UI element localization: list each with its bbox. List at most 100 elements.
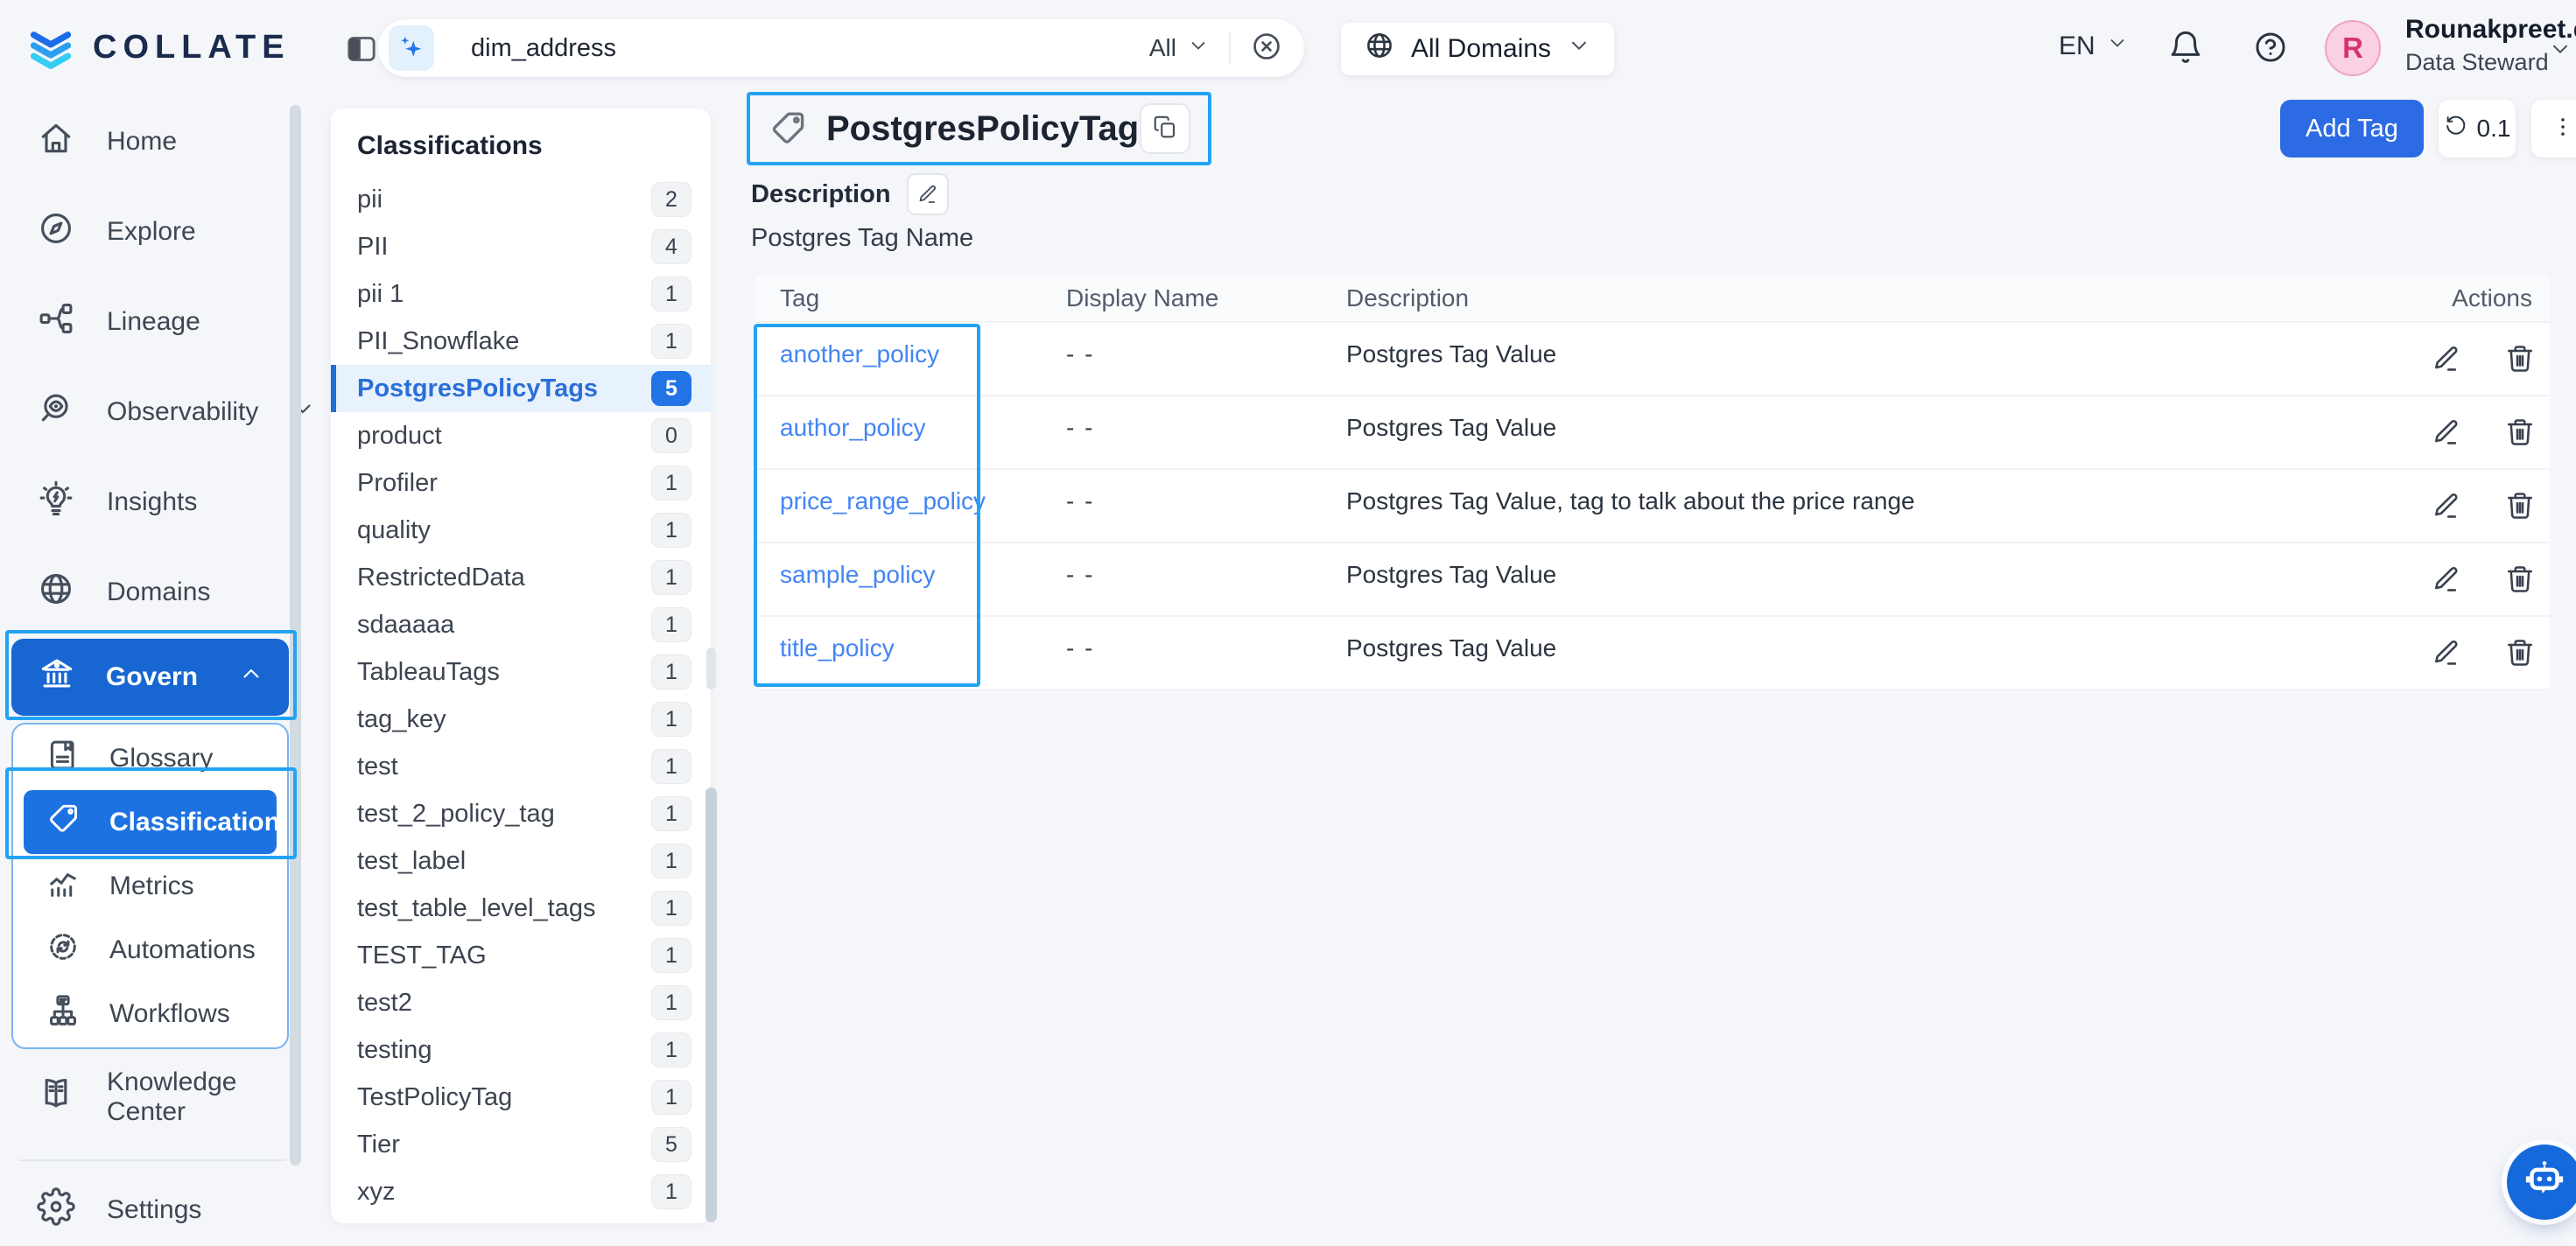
govern-submenu-item[interactable]: Workflows xyxy=(13,982,287,1046)
sidebar-item-icon xyxy=(37,389,75,435)
sidebar-item-label: Lineage xyxy=(107,307,200,337)
help-button[interactable] xyxy=(2251,29,2290,67)
chat-assistant-button[interactable] xyxy=(2507,1144,2576,1220)
clear-search-button[interactable] xyxy=(1250,30,1283,67)
domains-filter-dropdown[interactable]: All Domains xyxy=(1341,23,1614,75)
classification-label: quality xyxy=(357,516,431,545)
edit-tag-button[interactable] xyxy=(2431,637,2462,668)
help-icon xyxy=(2252,29,2289,70)
collate-logo-icon xyxy=(25,21,77,74)
govern-submenu-item[interactable]: Classification xyxy=(24,790,277,854)
delete-tag-button[interactable] xyxy=(2504,637,2536,668)
classification-list-item[interactable]: PostgresPolicyTags 5 xyxy=(331,365,711,412)
delete-tag-button[interactable] xyxy=(2504,416,2536,448)
classification-list-item[interactable]: test_2_policy_tag 1 xyxy=(331,790,711,837)
classification-list-item[interactable]: sdaaaaa 1 xyxy=(331,601,711,648)
global-search-bar[interactable]: All xyxy=(378,19,1304,77)
tag-link[interactable]: author_policy xyxy=(780,414,926,441)
classification-count-badge: 1 xyxy=(651,749,691,784)
sidebar-collapse-button[interactable] xyxy=(341,32,382,68)
classification-list-item[interactable]: test_table_level_tags 1 xyxy=(331,885,711,932)
sidebar-item-knowledge-center[interactable]: Knowledge Center xyxy=(0,1062,302,1132)
classification-list-item[interactable]: quality 1 xyxy=(331,507,711,554)
classification-list-item[interactable]: Tier 5 xyxy=(331,1121,711,1168)
classification-label: sdaaaaa xyxy=(357,611,454,640)
classification-list-item[interactable]: pii 1 1 xyxy=(331,270,711,318)
classification-list-item[interactable]: testing 1 xyxy=(331,1026,711,1074)
classification-list-item[interactable]: PII_Snowflake 1 xyxy=(331,318,711,365)
search-input[interactable] xyxy=(471,34,1066,63)
classification-label: PII_Snowflake xyxy=(357,327,519,356)
sidebar-item[interactable]: Domains xyxy=(0,547,302,637)
classification-list-item[interactable]: TestPolicyTag 1 xyxy=(331,1074,711,1121)
edit-tag-button[interactable] xyxy=(2431,564,2462,595)
govern-submenu-item[interactable]: Glossary xyxy=(13,726,287,790)
search-scope-dropdown[interactable]: All xyxy=(1149,34,1210,63)
tag-link[interactable]: price_range_policy xyxy=(780,487,986,514)
copy-name-button[interactable] xyxy=(1140,103,1190,154)
classification-list-item[interactable]: tag_key 1 xyxy=(331,696,711,743)
classification-count-badge: 1 xyxy=(651,844,691,878)
classification-list-item[interactable]: TEST_TAG 1 xyxy=(331,932,711,979)
classification-label: test_label xyxy=(357,847,466,876)
sidebar-scrollbar[interactable] xyxy=(290,105,301,1166)
column-header-actions: Actions xyxy=(2340,284,2550,312)
classification-list-item[interactable]: product 0 xyxy=(331,412,711,459)
tag-link[interactable]: sample_policy xyxy=(780,561,935,588)
edit-tag-button[interactable] xyxy=(2431,343,2462,374)
sidebar-item[interactable]: Home xyxy=(0,96,302,186)
classification-list-item[interactable]: test 1 xyxy=(331,743,711,790)
more-actions-button[interactable] xyxy=(2531,100,2576,158)
classification-list-item[interactable]: xyz 1 xyxy=(331,1168,711,1215)
display-name-cell: - - xyxy=(1042,323,1322,395)
sidebar-item[interactable]: Observability xyxy=(0,367,302,457)
sidebar-item-icon xyxy=(37,480,75,525)
sidebar-item-govern[interactable]: Govern xyxy=(11,639,289,716)
tag-link[interactable]: another_policy xyxy=(780,340,939,368)
tag-link[interactable]: title_policy xyxy=(780,634,895,662)
search-divider xyxy=(1229,32,1231,65)
sidebar-item-label: Settings xyxy=(107,1195,201,1225)
sidebar-item[interactable]: Insights xyxy=(0,457,302,547)
classification-list-item[interactable]: test2 1 xyxy=(331,979,711,1026)
chevron-down-icon xyxy=(2106,32,2129,61)
classifications-scrollbar[interactable] xyxy=(705,788,717,1222)
edit-description-button[interactable] xyxy=(907,173,949,215)
classification-list-item[interactable]: TableauTags 1 xyxy=(331,648,711,696)
classification-label: Tier xyxy=(357,1130,400,1159)
classification-count-badge: 0 xyxy=(651,418,691,453)
classifications-panel: Classifications pii 2 PII 4 pii 1 1 PII_… xyxy=(331,108,711,1223)
classification-list-item[interactable]: RestrictedData 1 xyxy=(331,554,711,601)
submenu-item-label: Automations xyxy=(109,935,256,965)
govern-submenu-item[interactable]: Automations xyxy=(13,918,287,982)
classification-list-item[interactable]: Profiler 1 xyxy=(331,459,711,507)
sidebar-item[interactable]: Explore xyxy=(0,186,302,276)
version-button[interactable]: 0.1 xyxy=(2439,100,2516,158)
delete-tag-button[interactable] xyxy=(2504,564,2536,595)
edit-tag-button[interactable] xyxy=(2431,490,2462,522)
display-name-cell: - - xyxy=(1042,396,1322,468)
user-avatar[interactable]: R xyxy=(2325,20,2381,76)
user-menu-chevron[interactable] xyxy=(2547,37,2573,63)
add-tag-button[interactable]: Add Tag xyxy=(2280,100,2424,158)
classification-list-item[interactable]: pii 2 xyxy=(331,176,711,223)
description-cell: Postgres Tag Value xyxy=(1322,323,2340,395)
ai-search-button[interactable] xyxy=(389,25,434,71)
sidebar-item[interactable]: Lineage xyxy=(0,276,302,367)
classification-count-badge: 1 xyxy=(651,938,691,973)
sidebar-item-settings[interactable]: Settings xyxy=(0,1175,302,1245)
app-logo[interactable]: COLLATE xyxy=(25,21,291,74)
avatar-initial: R xyxy=(2342,32,2363,65)
classification-list-item[interactable]: PII 4 xyxy=(331,223,711,270)
language-selector[interactable]: EN xyxy=(2059,32,2129,61)
notifications-button[interactable] xyxy=(2166,29,2205,67)
description-cell: Postgres Tag Value, tag to talk about th… xyxy=(1322,470,2340,542)
submenu-item-icon xyxy=(45,737,81,780)
classification-label: TestPolicyTag xyxy=(357,1083,512,1112)
classification-list-item[interactable]: test_label 1 xyxy=(331,837,711,885)
delete-tag-button[interactable] xyxy=(2504,490,2536,522)
edit-tag-button[interactable] xyxy=(2431,416,2462,448)
delete-tag-button[interactable] xyxy=(2504,343,2536,374)
govern-icon xyxy=(38,654,76,700)
govern-submenu-item[interactable]: Metrics xyxy=(13,854,287,918)
